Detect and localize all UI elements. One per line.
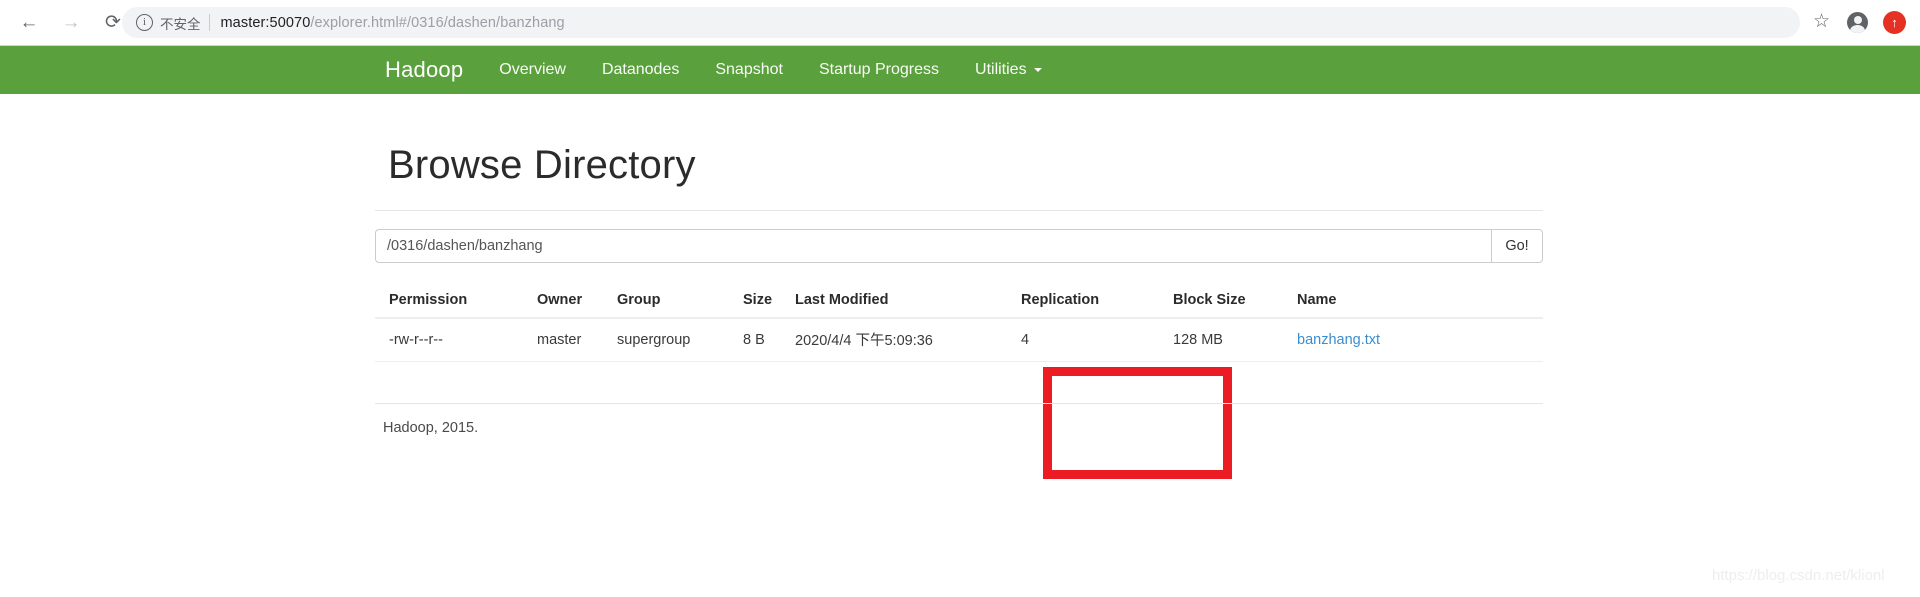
navbar-link-startup-progress[interactable]: Startup Progress (819, 61, 939, 79)
cell-name: banzhang.txt (1297, 318, 1543, 362)
go-button[interactable]: Go! (1491, 229, 1543, 263)
footer-text: Hadoop, 2015. (383, 420, 479, 436)
forward-icon[interactable]: → (54, 6, 88, 40)
cell-replication: 4 (993, 318, 1173, 362)
cell-group: supergroup (617, 318, 743, 362)
column-header-size: Size (743, 284, 795, 319)
footer-divider (375, 403, 1543, 404)
column-header-permission: Permission (375, 284, 537, 319)
column-header-owner: Owner (537, 284, 617, 319)
navbar-link-datanodes[interactable]: Datanodes (602, 61, 679, 79)
back-icon[interactable]: ← (12, 6, 46, 40)
cell-size: 8 B (743, 318, 795, 362)
omnibox-divider (208, 14, 210, 31)
navbar-link-utilities-label: Utilities (975, 61, 1027, 78)
url-text: master:50070/explorer.html#/0316/dashen/… (221, 15, 565, 31)
column-header-last-modified: Last Modified (795, 284, 993, 319)
files-table: Permission Owner Group Size Last Modifie… (375, 284, 1543, 362)
page-title: Browse Directory (388, 143, 696, 187)
security-status-label: 不安全 (160, 16, 201, 32)
navbar-link-snapshot[interactable]: Snapshot (715, 61, 783, 79)
url-path: /explorer.html#/0316/dashen/banzhang (310, 14, 565, 31)
navbar-link-overview[interactable]: Overview (499, 61, 566, 79)
update-arrow-icon[interactable]: ↑ (1883, 11, 1906, 34)
column-header-group: Group (617, 284, 743, 319)
table-row: -rw-r--r-- master supergroup 8 B 2020/4/… (375, 318, 1543, 362)
files-table-head: Permission Owner Group Size Last Modifie… (375, 284, 1543, 319)
info-circle-icon[interactable]: i (136, 14, 153, 31)
file-link-banzhang-txt[interactable]: banzhang.txt (1297, 332, 1380, 348)
url-host: master:50070 (220, 14, 311, 31)
annotation-highlight-box (1043, 367, 1232, 479)
path-input-group: Go! (375, 229, 1543, 263)
title-divider (375, 210, 1543, 211)
bookmark-star-icon[interactable]: ☆ (1813, 12, 1830, 32)
navbar-brand[interactable]: Hadoop (385, 57, 463, 83)
cell-last-modified: 2020/4/4 下午5:09:36 (795, 318, 993, 362)
navbar-link-utilities[interactable]: Utilities (975, 61, 1042, 79)
hadoop-navbar: Hadoop Overview Datanodes Snapshot Start… (0, 46, 1920, 94)
column-header-name: Name (1297, 284, 1543, 319)
files-table-body: -rw-r--r-- master supergroup 8 B 2020/4/… (375, 318, 1543, 362)
column-header-replication: Replication (993, 284, 1173, 319)
browser-toolbar: ← → ⟳ i 不安全 master:50070/explorer.html#/… (0, 0, 1920, 46)
cell-permission: -rw-r--r-- (375, 318, 537, 362)
profile-avatar-icon[interactable] (1847, 12, 1868, 33)
watermark: https://blog.csdn.net/klionl (1712, 567, 1885, 584)
cell-block-size: 128 MB (1173, 318, 1297, 362)
chevron-down-icon (1033, 68, 1042, 72)
address-bar[interactable]: i 不安全 master:50070/explorer.html#/0316/d… (122, 7, 1800, 38)
path-input[interactable] (375, 229, 1491, 263)
cell-owner: master (537, 318, 617, 362)
column-header-block-size: Block Size (1173, 284, 1297, 319)
table-header-row: Permission Owner Group Size Last Modifie… (375, 284, 1543, 319)
